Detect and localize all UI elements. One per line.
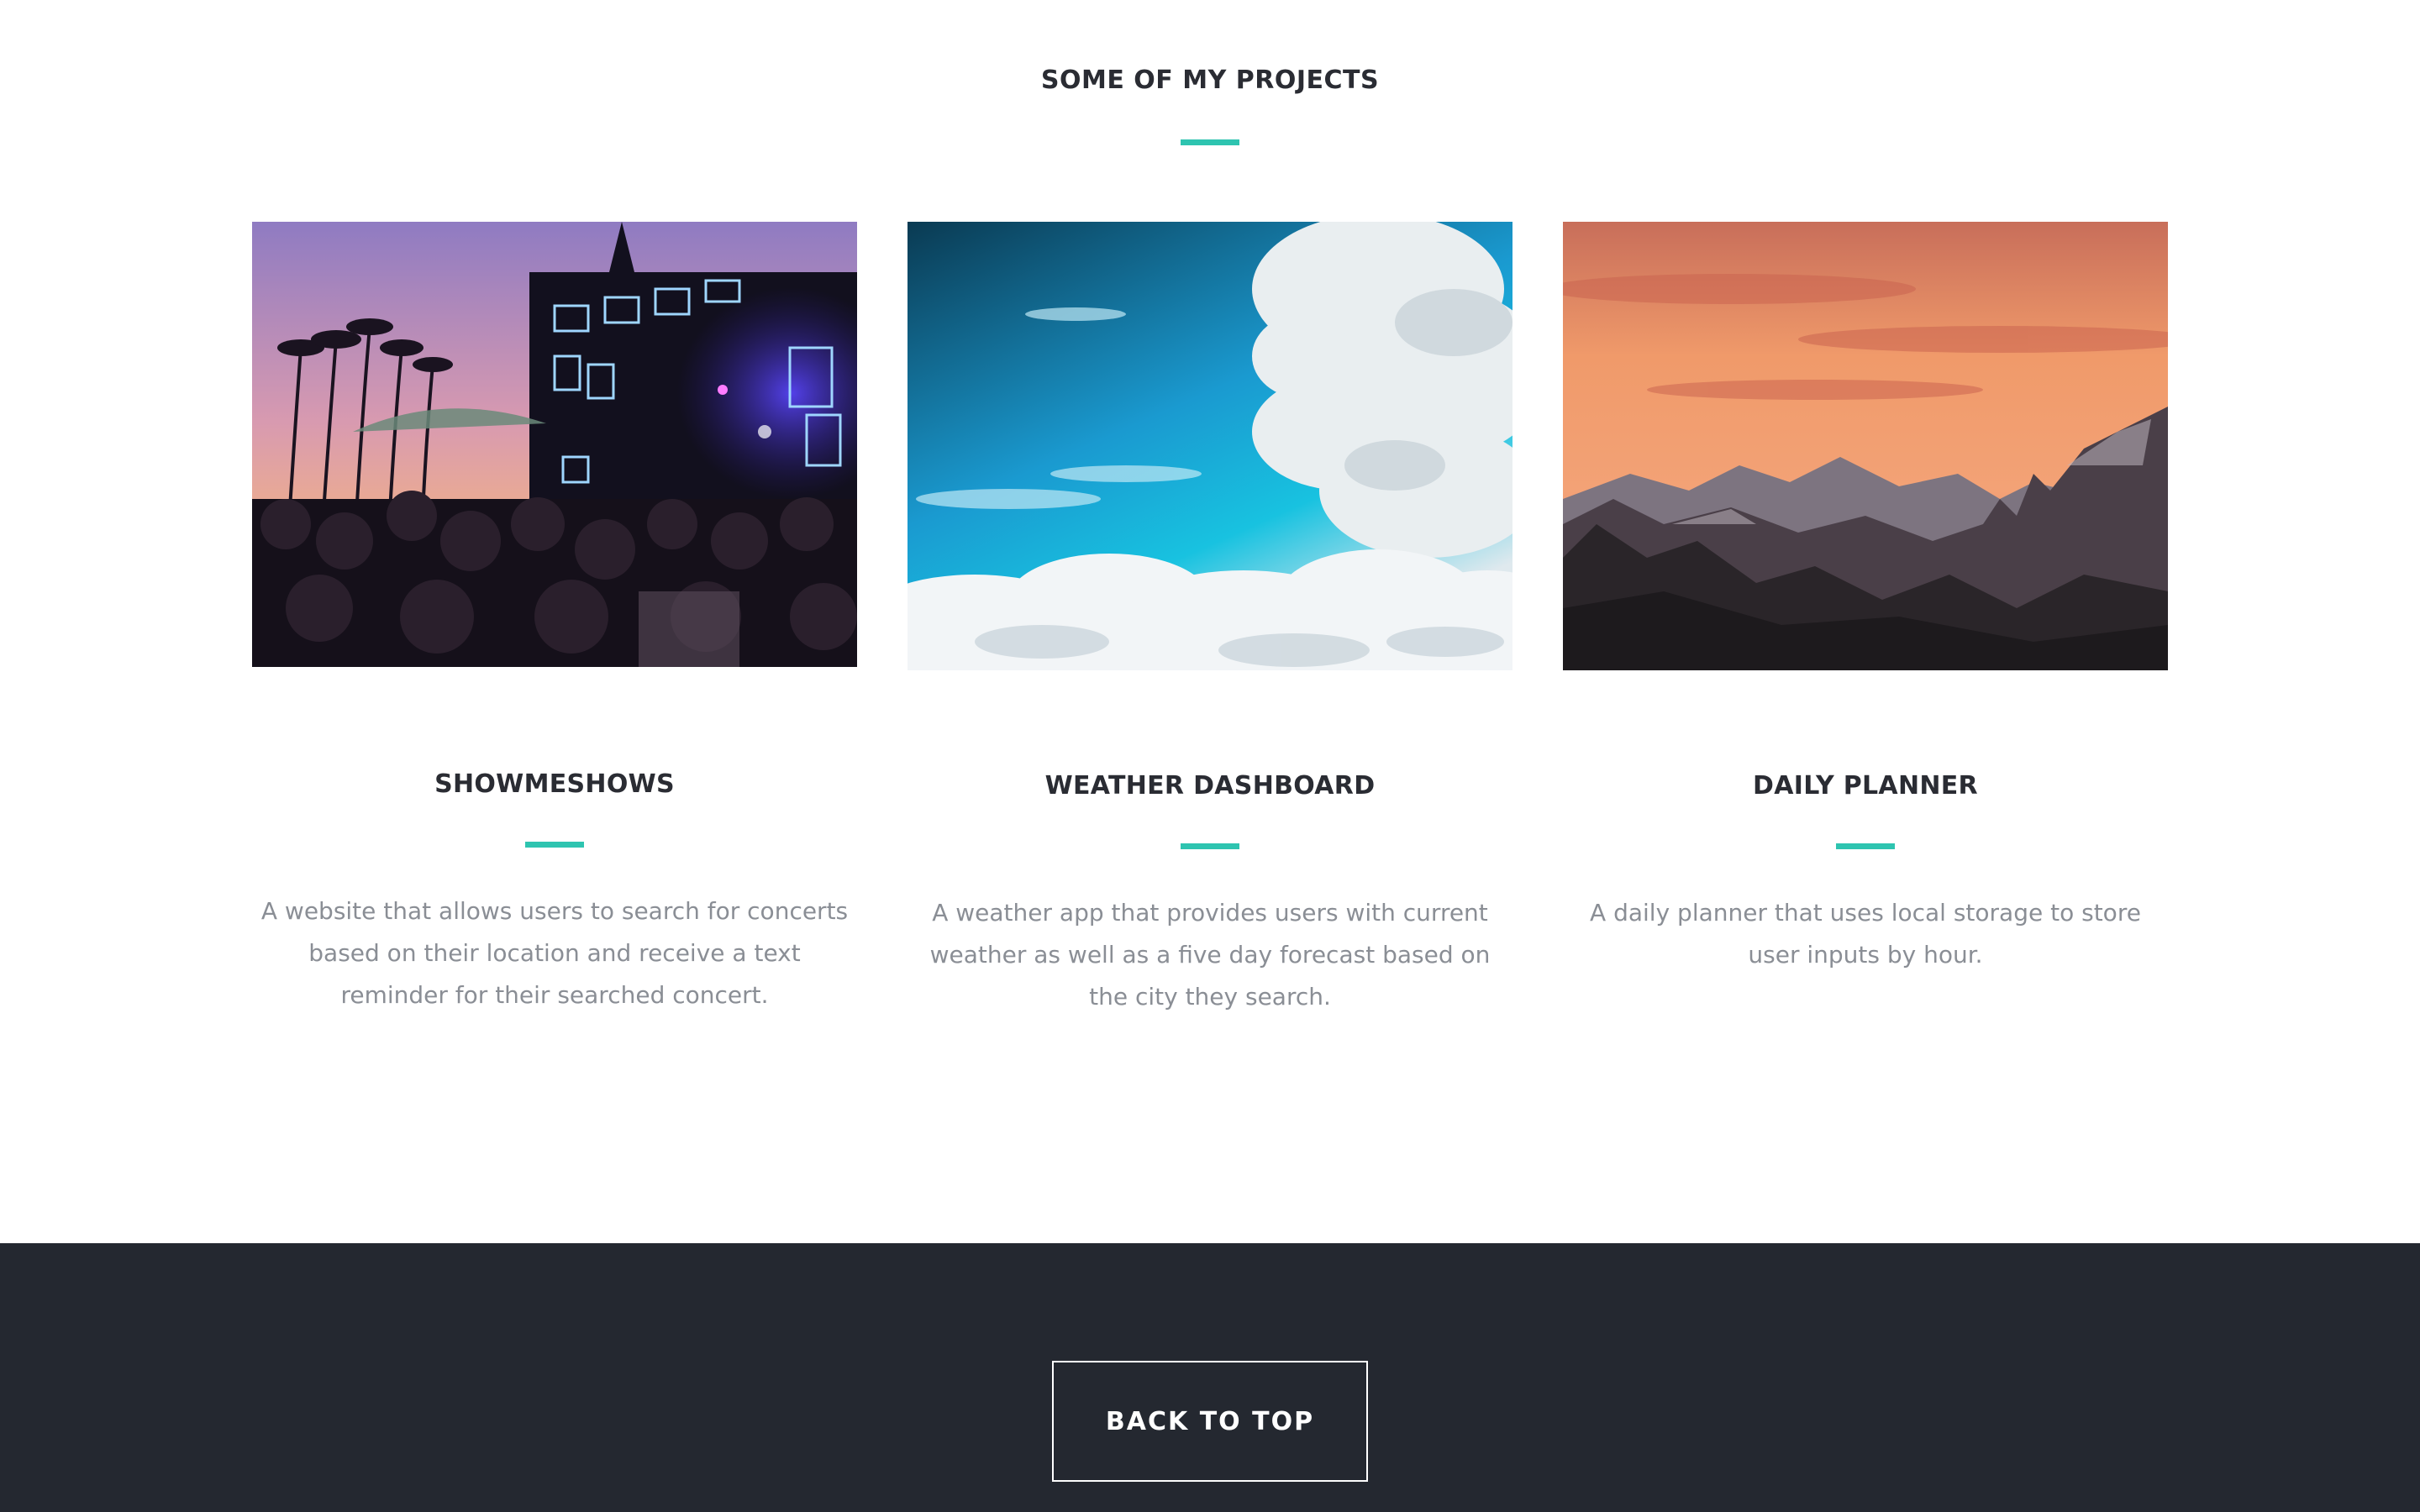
project-title[interactable]: WEATHER DASHBOARD — [908, 771, 1512, 801]
project-title-divider — [1836, 843, 1895, 849]
section-title-divider — [1181, 139, 1239, 145]
back-to-top-button[interactable]: BACK TO TOP — [1052, 1361, 1368, 1482]
section-title: SOME OF MY PROJECTS — [1040, 66, 1380, 95]
project-card-weather-dashboard: WEATHER DASHBOARD A weather app that pro… — [908, 222, 1512, 1028]
footer: BACK TO TOP — [0, 1243, 2420, 1512]
project-title[interactable]: SHOWMESHOWS — [252, 769, 857, 799]
project-image-concert[interactable] — [252, 222, 857, 667]
project-description: A daily planner that uses local storage … — [1590, 899, 2141, 969]
project-card-daily-planner: DAILY PLANNER A daily planner that uses … — [1563, 222, 2168, 1028]
project-image-mountains[interactable] — [1563, 222, 2168, 670]
project-description: A weather app that provides users with c… — [929, 899, 1491, 1011]
project-title[interactable]: DAILY PLANNER — [1563, 771, 2168, 801]
page: SOME OF MY PROJECTS SHOWMESHOWS A websit… — [0, 0, 2420, 1512]
project-card-showmeshows: SHOWMESHOWS A website that allows users … — [252, 222, 857, 1028]
project-image-sky[interactable] — [908, 222, 1512, 670]
project-title-divider — [525, 842, 584, 848]
project-description: A website that allows users to search fo… — [260, 897, 849, 1009]
project-title-divider — [1181, 843, 1239, 849]
